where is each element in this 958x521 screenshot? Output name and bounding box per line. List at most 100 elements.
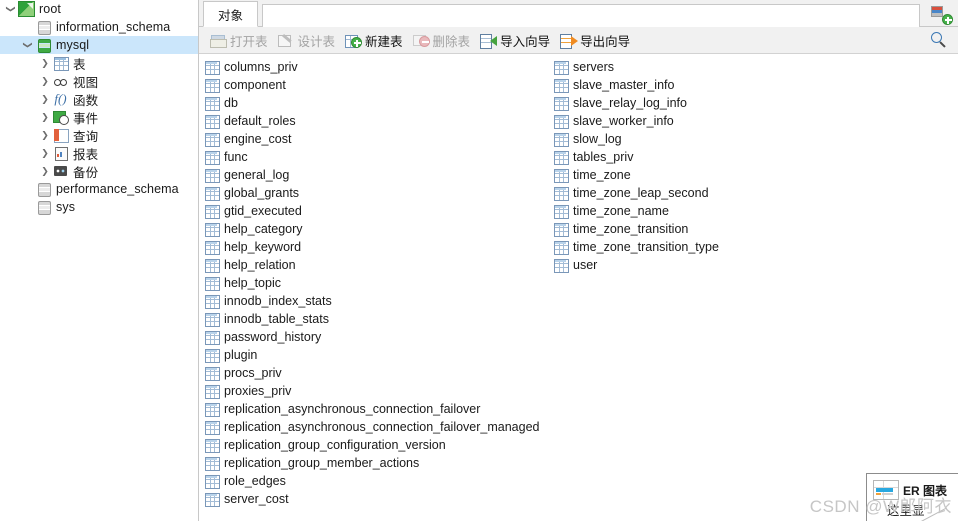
object-list-item[interactable]: time_zone: [554, 166, 719, 184]
table-grid-icon: [554, 96, 569, 111]
object-list-item[interactable]: slave_master_info: [554, 76, 719, 94]
minus-badge-icon: [418, 35, 430, 47]
table-grid-icon: [554, 186, 569, 201]
object-list-item[interactable]: replication_group_member_actions: [205, 454, 540, 472]
object-list-item-label: server_cost: [224, 492, 289, 506]
object-list-item[interactable]: component: [205, 76, 540, 94]
plus-badge-icon: [942, 14, 953, 25]
new-table-button[interactable]: 新建表: [340, 29, 408, 52]
object-tree-sidebar[interactable]: ❯ root information_schema ❯ mysql ❯ 表 ❯ 视图 ❯ f() 函…: [0, 0, 199, 521]
er-diagram-panel[interactable]: ER 图表 这里显: [866, 473, 958, 521]
object-list-item[interactable]: global_grants: [205, 184, 540, 202]
toolbar-button-label: 导入向导: [500, 34, 551, 49]
object-list-item-label: user: [573, 258, 598, 272]
table-grid-icon: [554, 168, 569, 183]
table-grid-icon: [554, 78, 569, 93]
table-icon: [52, 55, 69, 71]
object-list-item[interactable]: general_log: [205, 166, 540, 184]
tree-node-sys[interactable]: sys: [0, 198, 198, 216]
chevron-right-icon[interactable]: ❯: [38, 90, 52, 108]
object-list-item[interactable]: user: [554, 256, 719, 274]
object-list-item-label: password_history: [224, 330, 322, 344]
tree-node-performance_schema[interactable]: performance_schema: [0, 180, 198, 198]
tree-node-查询[interactable]: ❯ 查询: [0, 126, 198, 144]
table-grid-icon: [205, 492, 220, 507]
object-list-item[interactable]: help_relation: [205, 256, 540, 274]
object-list[interactable]: columns_priv component db default_roles engi…: [199, 54, 958, 521]
object-list-item-label: help_keyword: [224, 240, 302, 254]
tree-node-视图[interactable]: ❯ 视图: [0, 72, 198, 90]
object-list-item[interactable]: db: [205, 94, 540, 112]
tree-node-报表[interactable]: ❯ 报表: [0, 144, 198, 162]
object-list-item[interactable]: time_zone_name: [554, 202, 719, 220]
tree-node-事件[interactable]: ❯ 事件: [0, 108, 198, 126]
table-grid-icon: [205, 366, 220, 381]
object-list-item[interactable]: help_keyword: [205, 238, 540, 256]
object-list-item[interactable]: slave_worker_info: [554, 112, 719, 130]
er-diagram-icon: [873, 480, 899, 500]
object-list-item[interactable]: innodb_index_stats: [205, 292, 540, 310]
object-list-item[interactable]: plugin: [205, 346, 540, 364]
object-list-item[interactable]: role_edges: [205, 472, 540, 490]
table-grid-icon: [554, 150, 569, 165]
object-list-item[interactable]: time_zone_transition_type: [554, 238, 719, 256]
object-list-item-label: time_zone_transition_type: [573, 240, 719, 254]
object-list-item[interactable]: server_cost: [205, 490, 540, 508]
object-list-item-label: global_grants: [224, 186, 300, 200]
object-list-item[interactable]: engine_cost: [205, 130, 540, 148]
object-list-item[interactable]: password_history: [205, 328, 540, 346]
object-list-item[interactable]: slave_relay_log_info: [554, 94, 719, 112]
tree-node-备份[interactable]: ❯ 备份: [0, 162, 198, 180]
object-list-item[interactable]: replication_asynchronous_connection_fail…: [205, 418, 540, 436]
export-wizard-button[interactable]: 导出向导: [555, 29, 635, 52]
object-list-item[interactable]: proxies_priv: [205, 382, 540, 400]
search-icon[interactable]: [928, 30, 950, 50]
tree-node-label: sys: [56, 200, 76, 214]
tab-objects[interactable]: 对象: [203, 1, 259, 27]
object-list-item[interactable]: help_category: [205, 220, 540, 238]
chevron-right-icon[interactable]: ❯: [38, 72, 52, 90]
chevron-right-icon[interactable]: ❯: [38, 162, 52, 180]
chevron-right-icon[interactable]: ❯: [38, 144, 52, 162]
object-list-item[interactable]: procs_priv: [205, 364, 540, 382]
object-list-item[interactable]: replication_group_configuration_version: [205, 436, 540, 454]
object-list-item-label: proxies_priv: [224, 384, 292, 398]
object-list-item-label: replication_asynchronous_connection_fail…: [224, 420, 540, 434]
tree-node-mysql[interactable]: ❯ mysql: [0, 36, 198, 54]
tree-node-information_schema[interactable]: information_schema: [0, 18, 198, 36]
object-list-item[interactable]: replication_asynchronous_connection_fail…: [205, 400, 540, 418]
chevron-right-icon[interactable]: ❯: [38, 126, 52, 144]
chevron-right-icon[interactable]: ❯: [38, 108, 52, 126]
object-list-item[interactable]: default_roles: [205, 112, 540, 130]
delete-table-button: 删除表: [408, 29, 476, 52]
navicat-window: ❯ root information_schema ❯ mysql ❯ 表 ❯ 视图 ❯ f() 函…: [0, 0, 958, 521]
new-tab-plus-icon[interactable]: [924, 2, 953, 25]
import-wizard-icon: [480, 33, 498, 49]
table-grid-icon: [205, 78, 220, 93]
object-list-item[interactable]: servers: [554, 58, 719, 76]
table-grid-icon: [205, 312, 220, 327]
tree-node-表[interactable]: ❯ 表: [0, 54, 198, 72]
import-wizard-button[interactable]: 导入向导: [475, 29, 555, 52]
tree-node-root[interactable]: ❯ root: [0, 0, 198, 18]
search-handle: [939, 41, 946, 48]
object-list-item[interactable]: tables_priv: [554, 148, 719, 166]
object-list-item[interactable]: innodb_table_stats: [205, 310, 540, 328]
chevron-right-icon[interactable]: ❯: [38, 54, 52, 72]
tab-bar-filler: [262, 4, 920, 28]
object-list-item[interactable]: columns_priv: [205, 58, 540, 76]
tree-node-label: 表: [73, 57, 86, 72]
object-list-item[interactable]: gtid_executed: [205, 202, 540, 220]
object-list-item[interactable]: func: [205, 148, 540, 166]
object-list-item-label: role_edges: [224, 474, 286, 488]
database-active-icon: [35, 37, 52, 53]
object-list-item[interactable]: slow_log: [554, 130, 719, 148]
object-list-item[interactable]: time_zone_transition: [554, 220, 719, 238]
toolbar-button-label: 导出向导: [580, 34, 631, 49]
tree-node-函数[interactable]: ❯ f() 函数: [0, 90, 198, 108]
object-list-item-label: time_zone_transition: [573, 222, 689, 236]
table-grid-icon: [554, 240, 569, 255]
object-list-item[interactable]: time_zone_leap_second: [554, 184, 719, 202]
backup-icon: [52, 163, 69, 179]
object-list-item[interactable]: help_topic: [205, 274, 540, 292]
